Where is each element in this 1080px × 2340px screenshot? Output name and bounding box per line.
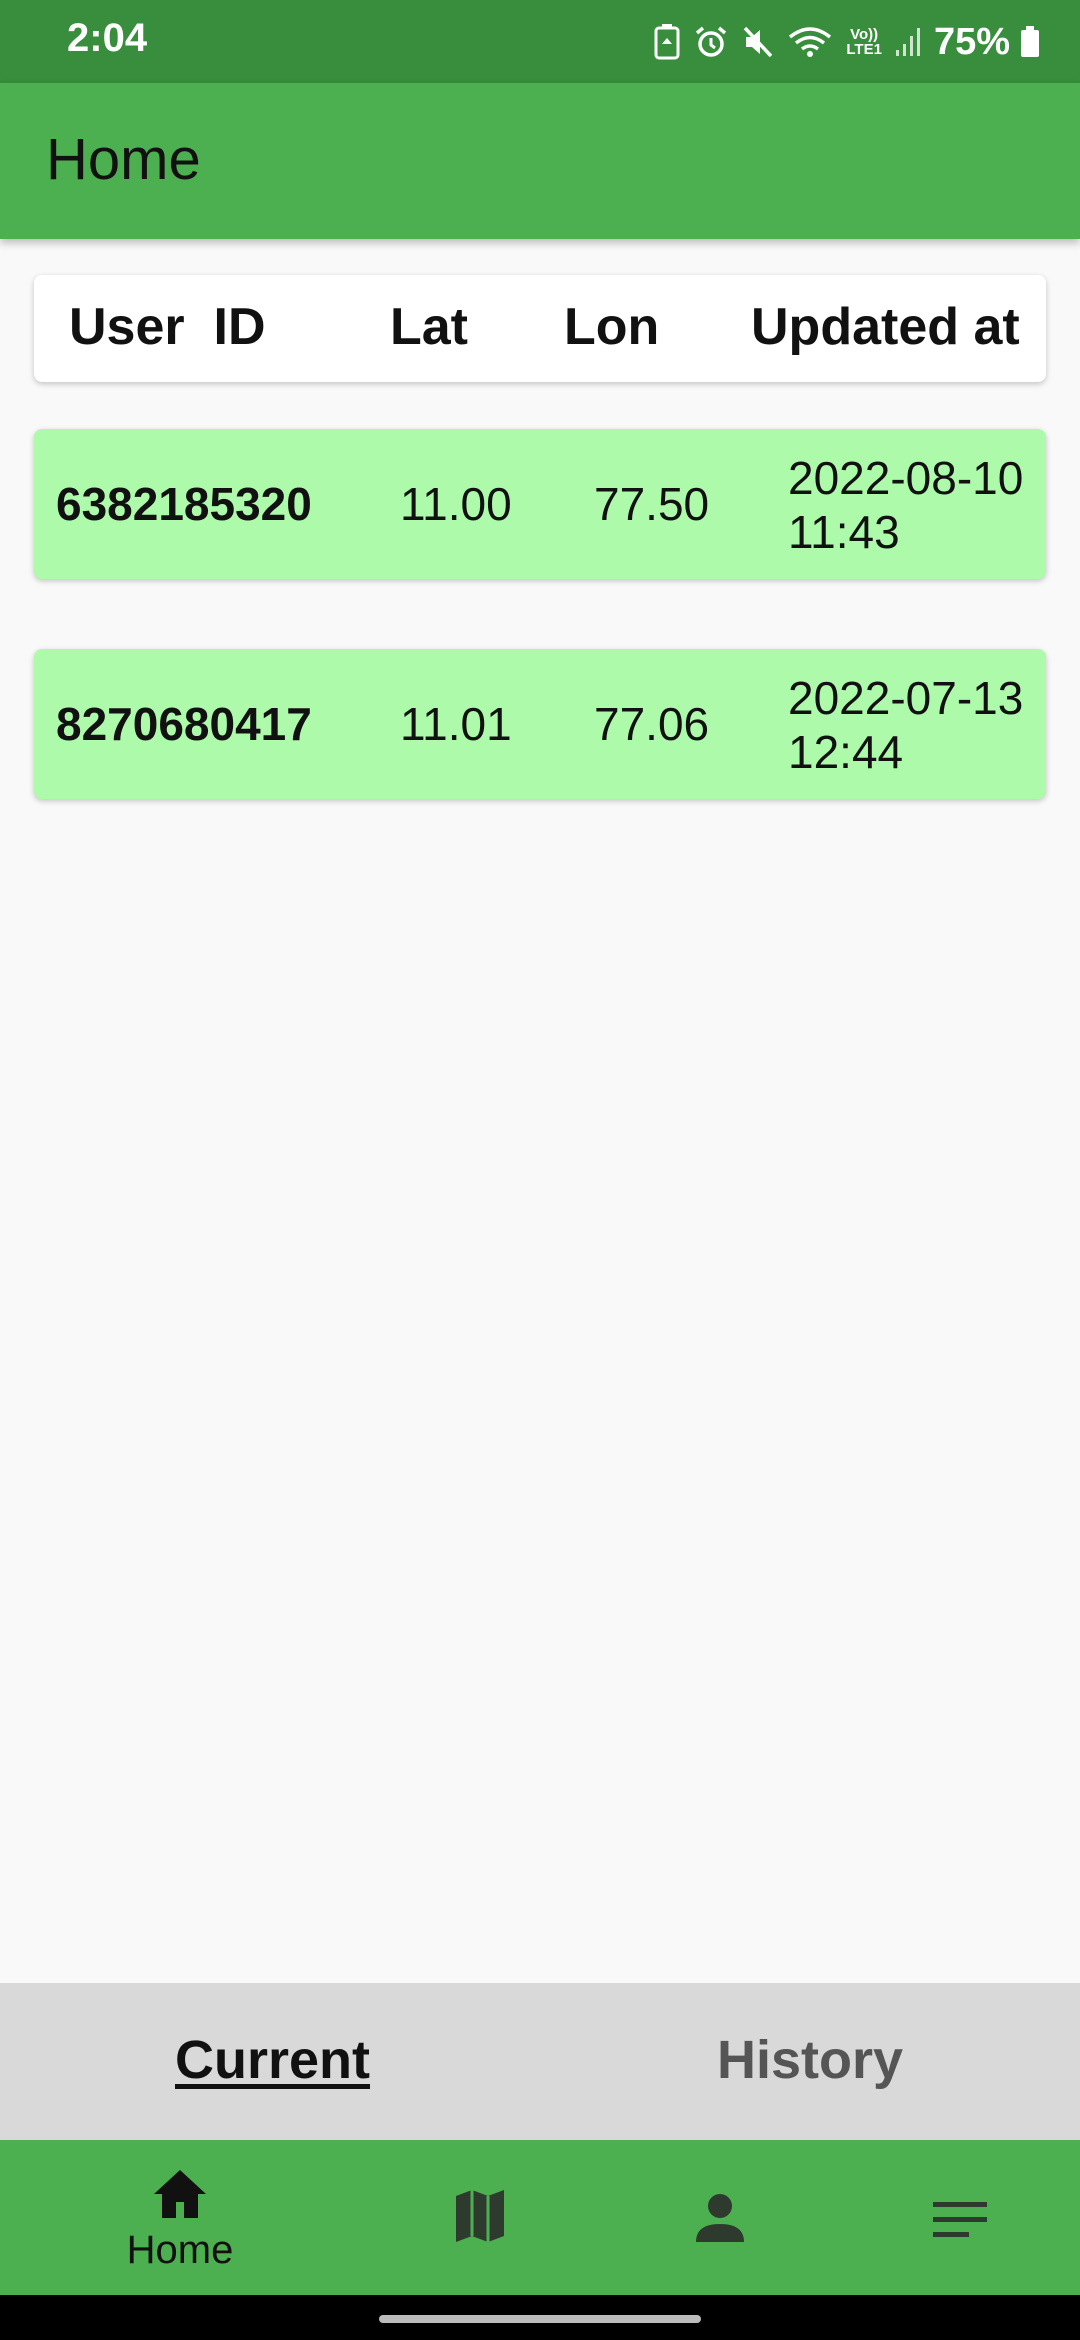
status-icons: Vo)) LTE1 75% xyxy=(654,14,1040,70)
table-row[interactable]: 8270680417 11.01 77.06 2022-07-13 12:44 xyxy=(34,649,1046,799)
tab-history[interactable]: History xyxy=(717,2029,903,2091)
tab-bar: Current History xyxy=(0,1983,1080,2140)
header-lat: Lat xyxy=(390,298,468,356)
page-title: Home xyxy=(46,127,201,192)
alarm-icon xyxy=(694,25,728,59)
tab-current[interactable]: Current xyxy=(175,2029,370,2091)
nav-item-menu[interactable] xyxy=(860,2140,1060,2295)
home-icon xyxy=(154,2170,206,2218)
nav-item-home[interactable]: Home xyxy=(80,2140,280,2295)
battery-saver-icon xyxy=(654,24,680,60)
header-user-id: User ID xyxy=(69,298,266,356)
menu-icon xyxy=(933,2202,987,2237)
battery-icon xyxy=(1020,26,1040,58)
person-icon xyxy=(696,2194,744,2242)
cell-updated-at: 2022-07-13 12:44 xyxy=(788,671,1023,779)
table-row[interactable]: 6382185320 11.00 77.50 2022-08-10 11:43 xyxy=(34,429,1046,579)
cell-updated-at: 2022-08-10 11:43 xyxy=(788,451,1023,559)
battery-percentage: 75% xyxy=(933,20,1010,63)
cell-user-id: 6382185320 xyxy=(56,478,312,530)
volte-label: Vo)) xyxy=(850,26,879,43)
bottom-nav: Home xyxy=(0,2140,1080,2295)
signal-icon xyxy=(895,26,920,58)
cell-date: 2022-07-13 xyxy=(788,672,1024,724)
header-updated-at: Updated at xyxy=(751,298,1020,356)
cell-lon: 77.50 xyxy=(594,478,710,530)
cell-lon: 77.06 xyxy=(594,698,710,750)
nav-label-home: Home xyxy=(126,2228,234,2272)
volte-icon: Vo)) LTE1 xyxy=(846,27,882,57)
gesture-handle[interactable] xyxy=(379,2315,701,2323)
app-bar: Home xyxy=(0,83,1080,239)
cell-lat: 11.00 xyxy=(400,478,512,530)
nav-item-profile[interactable] xyxy=(620,2140,820,2295)
cell-lat: 11.01 xyxy=(400,698,512,750)
gesture-area xyxy=(0,2295,1080,2340)
cell-time: 12:44 xyxy=(788,726,904,778)
lte-label: LTE1 xyxy=(846,41,882,58)
header-lon: Lon xyxy=(564,298,660,356)
mute-icon xyxy=(742,25,774,59)
table-header: User ID Lat Lon Updated at xyxy=(34,275,1046,382)
status-time: 2:04 xyxy=(67,16,148,60)
cell-time: 11:43 xyxy=(788,506,900,558)
cell-date: 2022-08-10 xyxy=(788,452,1024,504)
nav-item-map[interactable] xyxy=(380,2140,580,2295)
status-bar: 2:04 Vo)) LTE1 75% xyxy=(0,0,1080,83)
cell-user-id: 8270680417 xyxy=(56,698,312,750)
map-icon xyxy=(456,2190,504,2242)
wifi-icon xyxy=(788,25,832,59)
